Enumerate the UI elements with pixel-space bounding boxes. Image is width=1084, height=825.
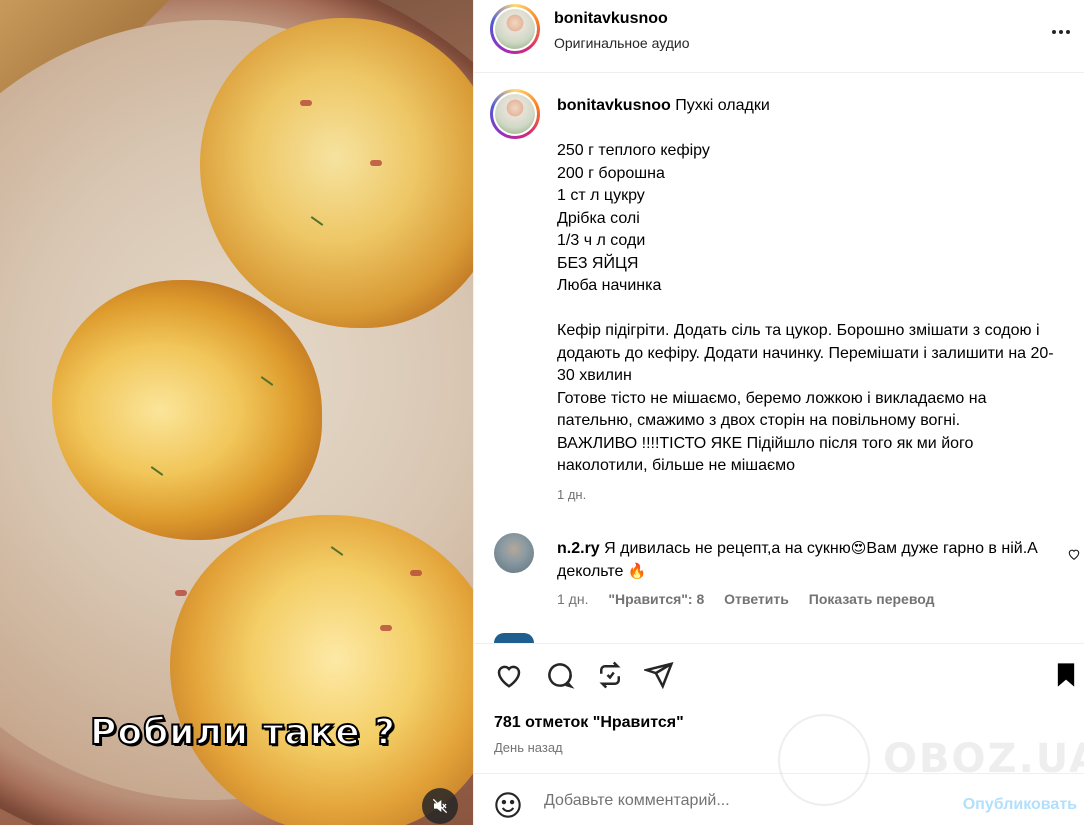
likes-count[interactable]: 781 отметок "Нравится"	[494, 714, 684, 732]
comment-time[interactable]: 1 дн.	[557, 591, 588, 607]
audio-link[interactable]: Оригинальное аудио	[554, 35, 690, 51]
caption-avatar[interactable]	[490, 89, 540, 139]
post-media[interactable]: Робили таке ?	[0, 0, 473, 825]
fire-emoji: 🔥	[627, 562, 647, 580]
emoji-button[interactable]	[494, 791, 522, 824]
heart-icon	[497, 665, 521, 688]
post-side-panel: bonitavkusnoo Оригинальное аудио bonitav…	[473, 0, 1084, 825]
caption-body: 250 г теплого кефіру 200 г борошна 1 ст …	[557, 142, 1054, 474]
send-icon	[642, 661, 674, 690]
pancake-image	[170, 515, 473, 825]
caption-time[interactable]: 1 дн.	[557, 487, 586, 502]
post-actions: 781 отметок "Нравится" День назад	[474, 643, 1084, 773]
filling-fleck	[175, 590, 187, 596]
comment-icon	[548, 663, 575, 689]
add-comment-bar: Опубликовать	[474, 773, 1084, 825]
heart-icon	[1068, 549, 1080, 560]
speaker-muted-icon	[432, 798, 448, 814]
comment-text-part: Я дивилась не рецепт,а на сукню	[604, 540, 851, 557]
comment-input[interactable]	[544, 786, 944, 816]
comments-scroll-area[interactable]: bonitavkusnoo Пухкі оладки 250 г теплого…	[474, 73, 1084, 643]
post-caption: bonitavkusnoo Пухкі оладки 250 г теплого…	[557, 95, 1057, 478]
reply-button[interactable]: Ответить	[724, 591, 789, 607]
video-caption: Робили таке ?	[89, 711, 397, 754]
more-horizontal-icon	[1052, 30, 1070, 34]
like-button[interactable]	[494, 660, 524, 690]
author-avatar[interactable]	[490, 4, 540, 54]
publish-button[interactable]: Опубликовать	[963, 796, 1077, 814]
next-comment-avatar	[494, 633, 534, 643]
heart-eyes-emoji: 😍	[850, 539, 867, 557]
comment-like-button[interactable]	[1067, 547, 1081, 566]
share-button[interactable]	[642, 660, 674, 690]
caption-title: Пухкі оладки	[675, 97, 770, 114]
comment-button[interactable]	[545, 660, 575, 690]
smiley-icon	[495, 792, 521, 818]
comment-likes[interactable]: "Нравится": 8	[608, 591, 704, 607]
filling-fleck	[380, 625, 392, 631]
mute-button[interactable]	[422, 788, 458, 824]
caption-username[interactable]: bonitavkusnoo	[557, 97, 671, 114]
bookmark-icon	[1057, 663, 1075, 687]
post-time[interactable]: День назад	[494, 740, 563, 755]
repost-icon	[599, 661, 621, 689]
commenter-username[interactable]: n.2.ry	[557, 540, 600, 557]
repost-button[interactable]	[595, 660, 625, 690]
more-options-button[interactable]	[1047, 18, 1075, 46]
filling-fleck	[370, 160, 382, 166]
comment-text: n.2.ry Я дивилась не рецепт,а на сукню😍В…	[557, 537, 1047, 583]
commenter-avatar[interactable]	[494, 533, 534, 573]
comment-meta: 1 дн. "Нравится": 8 Ответить Показать пе…	[557, 591, 951, 607]
translate-button[interactable]: Показать перевод	[809, 591, 935, 607]
post-header: bonitavkusnoo Оригинальное аудио	[474, 0, 1084, 73]
filling-fleck	[410, 570, 422, 576]
save-button[interactable]	[1052, 660, 1082, 690]
author-username[interactable]: bonitavkusnoo	[554, 10, 668, 28]
filling-fleck	[300, 100, 312, 106]
